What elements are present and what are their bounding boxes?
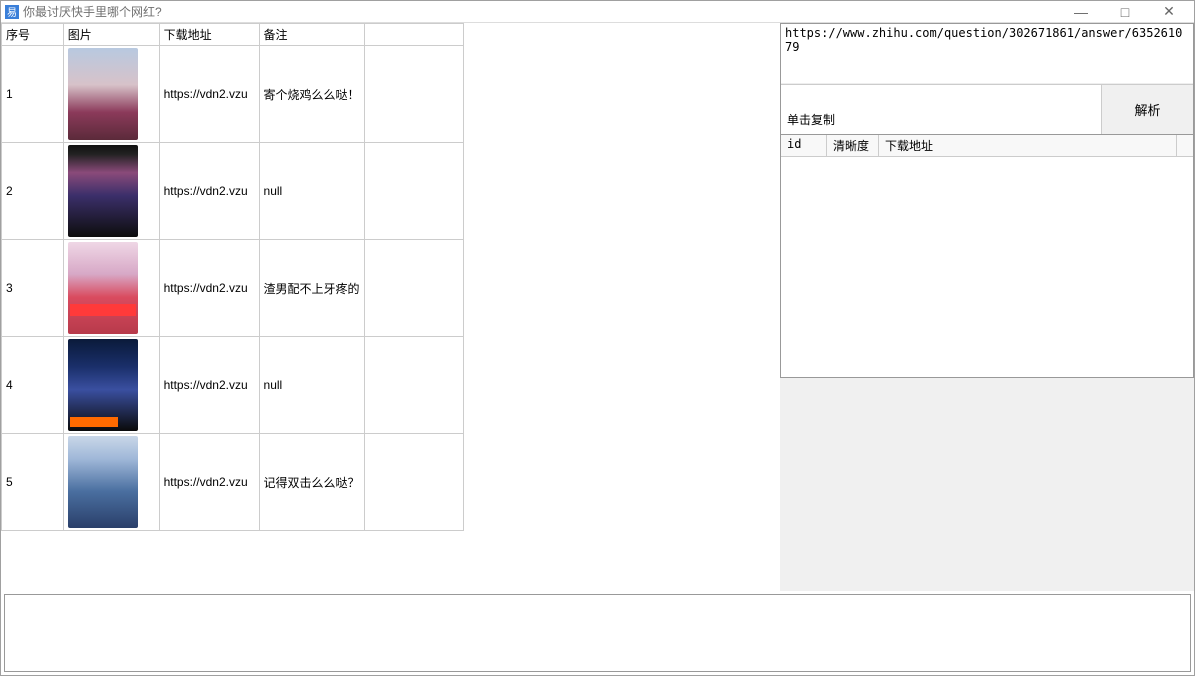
right-list-body: [781, 157, 1193, 377]
table-row[interactable]: 1 https://vdn2.vzu 寄个烧鸡么么哒！: [2, 46, 464, 143]
app-window: 易 你最讨厌快手里哪个网红? — □ ✕ 序号 图片 下载地址 备注: [0, 0, 1195, 676]
top-row: 序号 图片 下载地址 备注 1 https://vdn2.vzu 寄个烧鸡么: [1, 23, 1194, 591]
right-controls: 单击复制 解析: [781, 84, 1193, 134]
table-row[interactable]: 3 https://vdn2.vzu 渣男配不上牙疼的: [2, 240, 464, 337]
thumbnail-image: [68, 242, 138, 334]
close-button[interactable]: ✕: [1156, 3, 1182, 21]
right-panel: 单击复制 解析 id 清晰度 下载地址: [464, 23, 1194, 591]
cell-image: [63, 337, 159, 434]
url-input[interactable]: [781, 24, 1193, 84]
cell-index: 4: [2, 337, 64, 434]
cell-url: https://vdn2.vzu: [159, 337, 259, 434]
cell-index: 5: [2, 434, 64, 531]
title-bar: 易 你最讨厌快手里哪个网红? — □ ✕: [1, 1, 1194, 23]
window-controls: — □ ✕: [1068, 3, 1190, 21]
col-header-extra[interactable]: [364, 24, 463, 46]
svg-text:易: 易: [7, 7, 17, 19]
right-list[interactable]: id 清晰度 下载地址: [780, 135, 1194, 378]
right-list-header: id 清晰度 下载地址: [781, 135, 1193, 157]
window-title: 你最讨厌快手里哪个网红?: [23, 3, 1068, 20]
table-row[interactable]: 4 https://vdn2.vzu null: [2, 337, 464, 434]
right-empty-area: [780, 378, 1194, 591]
cell-url: https://vdn2.vzu: [159, 240, 259, 337]
cell-extra: [364, 143, 463, 240]
left-panel: 序号 图片 下载地址 备注 1 https://vdn2.vzu 寄个烧鸡么: [1, 23, 464, 591]
col-header-url[interactable]: 下载地址: [159, 24, 259, 46]
parse-button[interactable]: 解析: [1101, 85, 1193, 134]
right-top: 单击复制 解析: [780, 23, 1194, 135]
cell-extra: [364, 434, 463, 531]
cell-url: https://vdn2.vzu: [159, 434, 259, 531]
cell-remark: null: [259, 337, 364, 434]
cell-image: [63, 240, 159, 337]
cell-index: 3: [2, 240, 64, 337]
cell-image: [63, 143, 159, 240]
cell-index: 1: [2, 46, 64, 143]
rl-header-url[interactable]: 下载地址: [879, 135, 1177, 156]
body-area: 序号 图片 下载地址 备注 1 https://vdn2.vzu 寄个烧鸡么: [1, 23, 1194, 675]
thumbnail-image: [68, 145, 138, 237]
rl-header-quality[interactable]: 清晰度: [827, 135, 879, 156]
table-header-row: 序号 图片 下载地址 备注: [2, 24, 464, 46]
col-header-index[interactable]: 序号: [2, 24, 64, 46]
thumbnail-image: [68, 339, 138, 431]
main-table[interactable]: 序号 图片 下载地址 备注 1 https://vdn2.vzu 寄个烧鸡么: [1, 23, 464, 531]
col-header-image[interactable]: 图片: [63, 24, 159, 46]
cell-extra: [364, 240, 463, 337]
thumbnail-image: [68, 436, 138, 528]
cell-remark: null: [259, 143, 364, 240]
cell-url: https://vdn2.vzu: [159, 46, 259, 143]
cell-remark: 寄个烧鸡么么哒！: [259, 46, 364, 143]
app-icon: 易: [5, 5, 19, 19]
cell-remark: 渣男配不上牙疼的: [259, 240, 364, 337]
table-row[interactable]: 2 https://vdn2.vzu null: [2, 143, 464, 240]
cell-extra: [364, 337, 463, 434]
thumbnail-image: [68, 48, 138, 140]
copy-hint-label[interactable]: 单击复制: [781, 85, 1101, 134]
cell-remark: 记得双击么么哒？: [259, 434, 364, 531]
maximize-button[interactable]: □: [1112, 3, 1138, 21]
cell-image: [63, 46, 159, 143]
bottom-text-area[interactable]: [4, 594, 1191, 672]
table-row[interactable]: 5 https://vdn2.vzu 记得双击么么哒？: [2, 434, 464, 531]
col-header-remark[interactable]: 备注: [259, 24, 364, 46]
minimize-button[interactable]: —: [1068, 3, 1094, 21]
cell-url: https://vdn2.vzu: [159, 143, 259, 240]
rl-header-tail: [1177, 135, 1193, 156]
cell-image: [63, 434, 159, 531]
cell-index: 2: [2, 143, 64, 240]
cell-extra: [364, 46, 463, 143]
rl-header-id[interactable]: id: [781, 135, 827, 156]
